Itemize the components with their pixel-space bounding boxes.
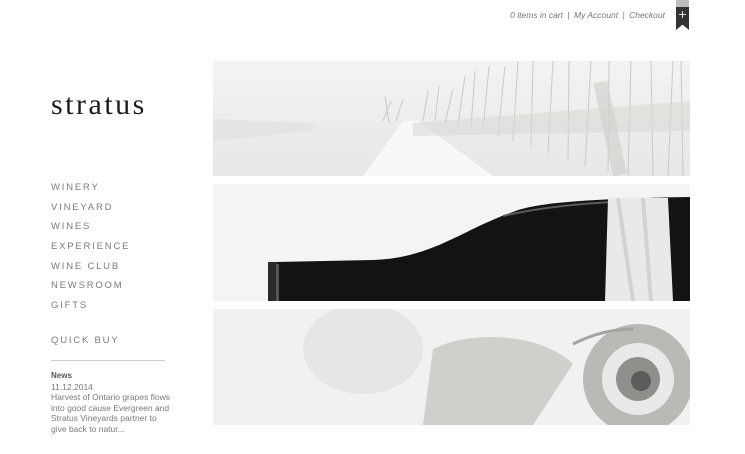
news-block: News 11.12.2014 Harvest of Ontario grape… xyxy=(51,371,176,435)
news-heading: News xyxy=(51,371,72,380)
hero-panel-vineyard[interactable] xyxy=(213,61,690,176)
my-account-link[interactable]: My Account xyxy=(574,10,618,20)
nav-item-wine-club[interactable]: WINE CLUB xyxy=(51,260,130,280)
wine-glass-image xyxy=(213,309,690,425)
ribbon-cap xyxy=(676,0,689,7)
wine-bottle-image xyxy=(213,184,690,301)
nav-item-winery[interactable]: WINERY xyxy=(51,181,130,201)
nav-item-gifts[interactable]: GIFTS xyxy=(51,299,130,319)
separator: | xyxy=(622,10,625,20)
nav-item-wines[interactable]: WINES xyxy=(51,220,130,240)
news-date: 11.12.2014 xyxy=(51,381,93,392)
main-nav: WINERY VINEYARD WINES EXPERIENCE WINE CL… xyxy=(51,181,130,319)
nav-item-newsroom[interactable]: NEWSROOM xyxy=(51,279,130,299)
utility-bar: 0 items in cart | My Account | Checkout xyxy=(510,10,665,20)
checkout-link[interactable]: Checkout xyxy=(629,10,665,20)
news-excerpt-link[interactable]: Harvest of Ontario grapes flows into goo… xyxy=(51,392,171,434)
vineyard-image xyxy=(213,61,690,176)
hero-panel-bottle[interactable] xyxy=(213,184,690,301)
cart-link[interactable]: 0 items in cart xyxy=(510,10,563,20)
hero-panel-glass[interactable] xyxy=(213,309,690,425)
nav-item-vineyard[interactable]: VINEYARD xyxy=(51,201,130,221)
bookmark-ribbon[interactable]: + xyxy=(676,0,689,30)
separator: | xyxy=(567,10,570,20)
nav-item-experience[interactable]: EXPERIENCE xyxy=(51,240,130,260)
divider xyxy=(51,360,165,361)
site-logo[interactable]: stratus xyxy=(51,88,147,122)
quick-buy-link[interactable]: QUICK BUY xyxy=(51,335,119,346)
plus-icon: + xyxy=(677,8,688,21)
